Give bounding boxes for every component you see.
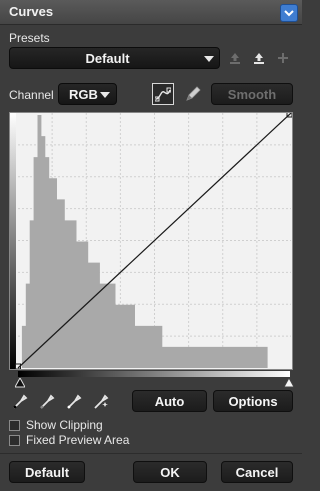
white-eyedropper-button[interactable] [64, 393, 84, 411]
black-eyedropper-button[interactable] [10, 393, 30, 411]
default-button[interactable]: Default [9, 461, 85, 483]
curve-point-icon [155, 87, 171, 102]
white-eyedropper-icon [67, 394, 82, 409]
panel-header: Curves [0, 0, 302, 25]
curves-graph[interactable] [9, 112, 293, 370]
presets-dropdown[interactable]: Default [9, 47, 220, 69]
add-preset-button[interactable] [274, 49, 292, 67]
show-clipping-checkbox[interactable] [9, 419, 20, 431]
save-preset-button[interactable] [250, 49, 268, 67]
plus-icon [278, 53, 288, 63]
options-button[interactable]: Options [213, 390, 293, 412]
fixed-preview-area-checkbox[interactable] [9, 434, 20, 446]
output-gradient-bar [10, 113, 16, 369]
black-point-slider[interactable] [14, 375, 26, 388]
auto-button[interactable]: Auto [132, 390, 207, 412]
show-clipping-option[interactable]: Show Clipping [9, 418, 103, 432]
channel-selected: RGB [69, 87, 98, 102]
cancel-button[interactable]: Cancel [221, 461, 293, 483]
dropdown-caret-icon [204, 56, 214, 62]
curve-tool-button[interactable] [152, 83, 174, 105]
curves-graph-canvas [10, 113, 292, 369]
auto-eyedropper-icon [94, 394, 109, 409]
fixed-preview-area-option[interactable]: Fixed Preview Area [9, 433, 129, 447]
save-icon [254, 53, 264, 64]
panel-menu-button[interactable] [280, 4, 298, 22]
triangle-slider-icon [14, 376, 26, 388]
presets-label: Presets [9, 31, 50, 45]
presets-selected: Default [85, 51, 130, 66]
dropdown-caret-icon [100, 92, 110, 98]
gray-eyedropper-button[interactable] [37, 393, 57, 411]
input-gradient-bar [18, 370, 290, 382]
channel-dropdown[interactable]: RGB [58, 83, 117, 105]
load-preset-button[interactable] [226, 49, 244, 67]
chevron-down-icon [284, 10, 294, 17]
ok-button[interactable]: OK [133, 461, 207, 483]
triangle-slider-icon [283, 376, 295, 388]
divider [0, 453, 302, 454]
panel-title: Curves [9, 4, 54, 19]
show-clipping-label: Show Clipping [26, 418, 103, 432]
fixed-preview-area-label: Fixed Preview Area [26, 433, 130, 447]
gray-eyedropper-icon [40, 394, 55, 409]
pencil-tool-button[interactable] [182, 83, 204, 105]
smooth-button[interactable]: Smooth [211, 83, 293, 105]
upload-icon [230, 53, 240, 64]
channel-label: Channel [9, 88, 54, 102]
white-point-slider[interactable] [283, 375, 295, 388]
black-eyedropper-icon [13, 394, 28, 409]
pencil-icon [186, 86, 201, 101]
auto-eyedropper-button[interactable] [91, 393, 111, 411]
